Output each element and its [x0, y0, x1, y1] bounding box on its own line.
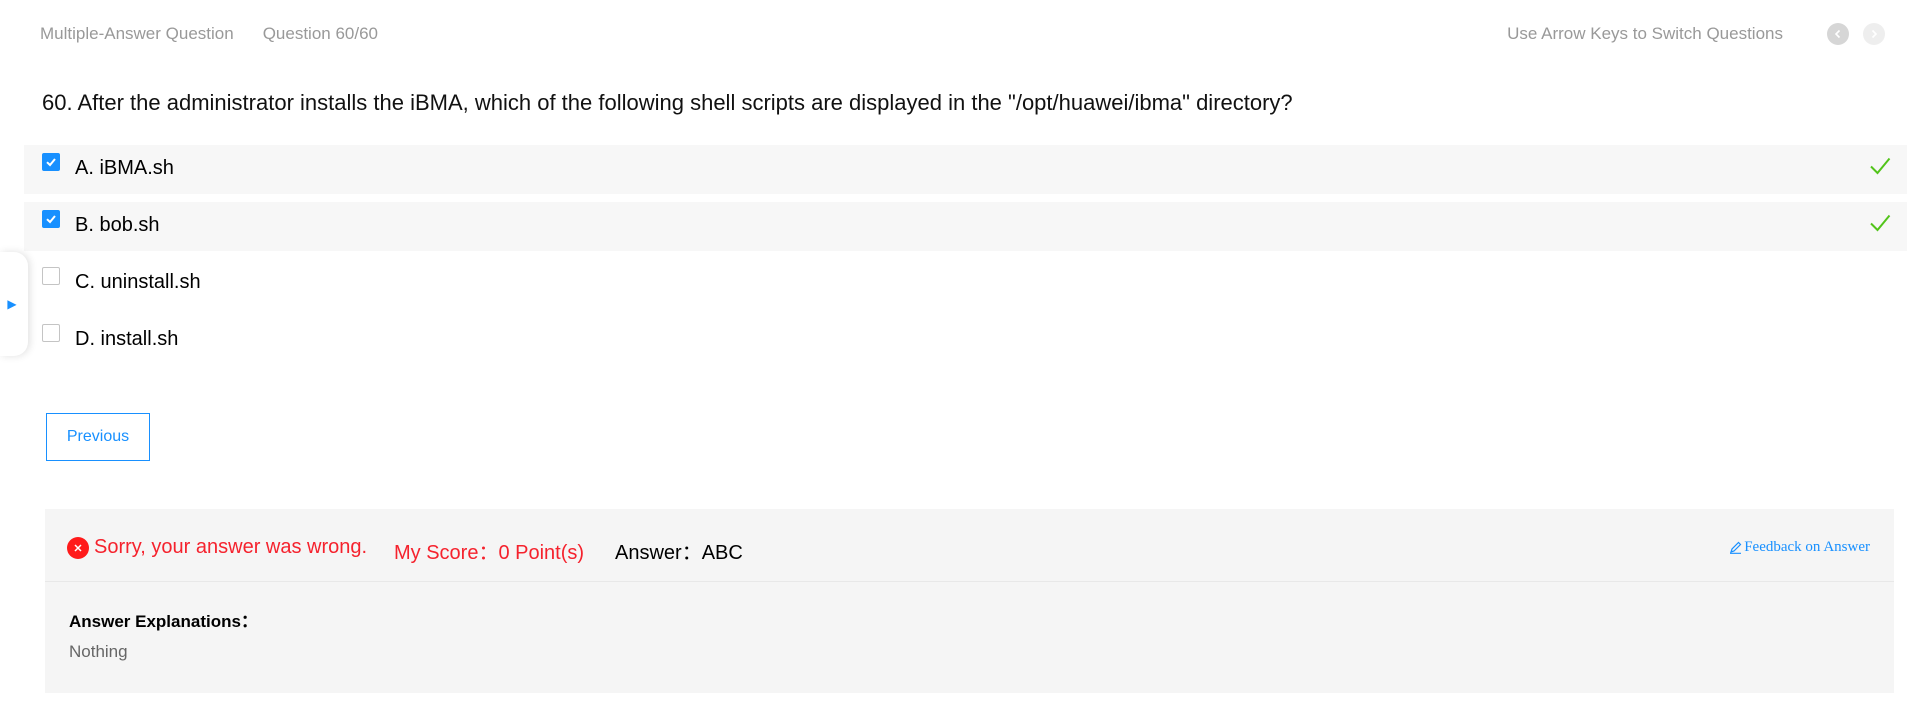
option-a-checkbox[interactable] — [42, 153, 60, 171]
checkmark-icon — [46, 158, 56, 167]
correct-check-icon — [1870, 157, 1891, 175]
option-c-label: C. uninstall.sh — [75, 271, 201, 293]
previous-question-button[interactable] — [1827, 23, 1849, 45]
option-c[interactable]: C. uninstall.sh — [24, 259, 1907, 308]
correct-check-icon — [1870, 214, 1891, 232]
option-c-checkbox[interactable] — [42, 267, 60, 285]
explanation-body: Nothing — [69, 642, 128, 661]
answer-options: A. iBMA.sh B. bob.sh C. uninstall.sh D. … — [24, 145, 1907, 373]
triangle-right-icon: ▶ — [7, 297, 17, 311]
question-title: 60. After the administrator installs the… — [42, 90, 1293, 115]
question-counter: Question 60/60 — [262, 24, 379, 43]
question-header: Multiple-Answer Question Question 60/60 … — [40, 20, 1885, 48]
option-b[interactable]: B. bob.sh — [24, 202, 1907, 251]
option-b-checkbox[interactable] — [42, 210, 60, 228]
correct-answer-text: Answer：ABC — [615, 542, 743, 564]
option-d[interactable]: D. install.sh — [24, 316, 1907, 365]
explanation-heading: Answer Explanations： — [69, 612, 258, 631]
option-b-label: B. bob.sh — [75, 214, 160, 236]
side-panel-toggle[interactable]: ▶ — [0, 252, 28, 356]
question-type-label: Multiple-Answer Question — [40, 24, 234, 43]
option-a-label: A. iBMA.sh — [75, 157, 174, 179]
chevron-right-icon — [1871, 29, 1878, 39]
result-summary: Sorry, your answer was wrong. My Score：0… — [45, 509, 1894, 582]
option-d-checkbox[interactable] — [42, 324, 60, 342]
option-d-label: D. install.sh — [75, 328, 179, 350]
x-circle-icon — [67, 537, 89, 559]
feedback-label: Feedback on Answer — [1744, 539, 1870, 555]
nav-hint: Use Arrow Keys to Switch Questions — [1507, 24, 1783, 43]
status-message: Sorry, your answer was wrong. — [94, 536, 368, 558]
checkmark-icon — [46, 215, 56, 224]
previous-button[interactable]: Previous — [46, 413, 150, 461]
edit-icon — [1730, 541, 1742, 554]
score-text: My Score：0 Point(s) — [394, 542, 585, 564]
result-panel: Sorry, your answer was wrong. My Score：0… — [45, 509, 1894, 693]
option-a[interactable]: A. iBMA.sh — [24, 145, 1907, 194]
chevron-left-icon — [1834, 29, 1841, 39]
next-question-button[interactable] — [1863, 23, 1885, 45]
feedback-link[interactable]: Feedback on Answer — [1729, 539, 1870, 556]
